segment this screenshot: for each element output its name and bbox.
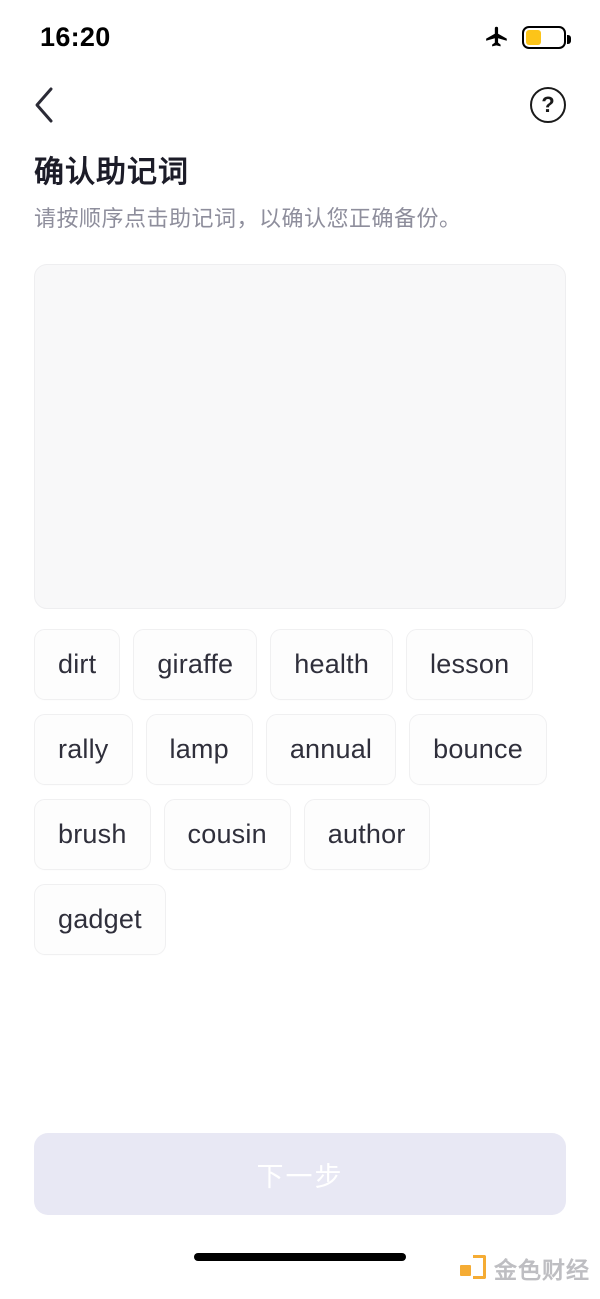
logo-square-large [473, 1255, 486, 1279]
back-button[interactable] [22, 83, 66, 127]
battery-fill [526, 29, 542, 45]
page-title: 确认助记词 [34, 156, 189, 189]
word-chip[interactable]: health [270, 629, 394, 701]
navigation-bar: ? [0, 74, 600, 136]
word-chip[interactable]: gadget [34, 884, 166, 956]
watermark: 金色财经 [460, 1251, 590, 1285]
word-chip[interactable]: giraffe [133, 629, 258, 701]
word-chip[interactable]: bounce [409, 714, 547, 786]
selected-words-card[interactable] [34, 264, 566, 610]
watermark-text: 金色财经 [494, 1257, 590, 1283]
next-button[interactable]: 下一步 [34, 1133, 566, 1215]
logo-square-small [460, 1265, 471, 1276]
word-pool: dirt giraffe health lesson rally lamp annual bo… [34, 629, 566, 956]
bottom-bar: 金色财经 [0, 1215, 600, 1299]
status-bar: 16:20 [0, 0, 600, 74]
word-chip[interactable]: cousin [163, 799, 291, 871]
airplane-icon [486, 26, 507, 47]
status-indicators [484, 24, 571, 50]
word-chip[interactable]: rally [34, 714, 133, 786]
app-screen: 16:20 ? 确认助记词 请按顺序点击助记词，以确认您正确备份。 dirt gi… [0, 0, 600, 1299]
header-section: 确认助记词 请按顺序点击助记词，以确认您正确备份。 [0, 136, 600, 233]
question-mark-circle-icon: ? [530, 87, 566, 123]
word-chip[interactable]: author [303, 799, 430, 871]
word-chip[interactable]: lamp [145, 714, 253, 786]
word-chip[interactable]: dirt [34, 629, 121, 701]
battery-icon [522, 25, 571, 49]
status-time: 16:20 [40, 21, 111, 52]
page-subtitle: 请按顺序点击助记词，以确认您正确备份。 [34, 205, 462, 231]
help-button[interactable]: ? [526, 83, 570, 127]
jinse-logo-icon [460, 1255, 486, 1281]
home-indicator[interactable] [194, 1253, 406, 1261]
word-chip[interactable]: brush [34, 799, 151, 871]
word-chip[interactable]: annual [265, 714, 397, 786]
chevron-left-icon [35, 87, 53, 123]
word-chip[interactable]: lesson [406, 629, 534, 701]
